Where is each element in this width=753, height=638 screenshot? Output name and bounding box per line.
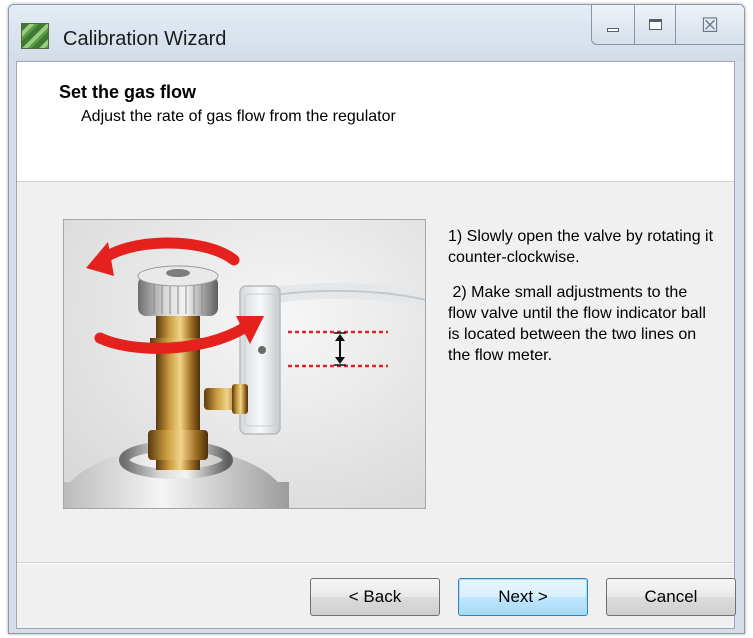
title-bar[interactable]: Calibration Wizard ☒ bbox=[9, 5, 744, 61]
caption-buttons: ☒ bbox=[591, 5, 744, 45]
gas-regulator-valve-photo bbox=[63, 219, 426, 509]
wizard-client-area: Set the gas flow Adjust the rate of gas … bbox=[16, 61, 736, 629]
footer-divider-highlight bbox=[17, 563, 734, 564]
cancel-button[interactable]: Cancel bbox=[606, 578, 736, 616]
page-subtitle: Adjust the rate of gas flow from the reg… bbox=[81, 108, 396, 125]
instruction-step-1: 1) Slowly open the valve by rotating it … bbox=[448, 228, 718, 266]
back-button[interactable]: < Back bbox=[310, 578, 440, 616]
window-title: Calibration Wizard bbox=[63, 28, 227, 50]
close-icon: ☒ bbox=[701, 12, 719, 37]
wizard-app-icon bbox=[21, 23, 49, 49]
page-title: Set the gas flow bbox=[59, 82, 197, 102]
maximize-icon bbox=[648, 19, 662, 30]
calibration-wizard-window: Calibration Wizard ☒ Set the gas flow Ad… bbox=[8, 4, 745, 634]
maximize-button[interactable] bbox=[634, 5, 676, 45]
wizard-header: Set the gas flow Adjust the rate of gas … bbox=[17, 62, 734, 182]
next-button[interactable]: Next > bbox=[458, 578, 588, 616]
minimize-button[interactable] bbox=[591, 5, 635, 45]
minimize-icon bbox=[607, 27, 619, 32]
close-button[interactable]: ☒ bbox=[675, 5, 744, 45]
instructions-text: 1) Slowly open the valve by rotating it … bbox=[448, 226, 720, 380]
instruction-step-2: 2) Make small adjustments to the flow va… bbox=[448, 284, 711, 364]
